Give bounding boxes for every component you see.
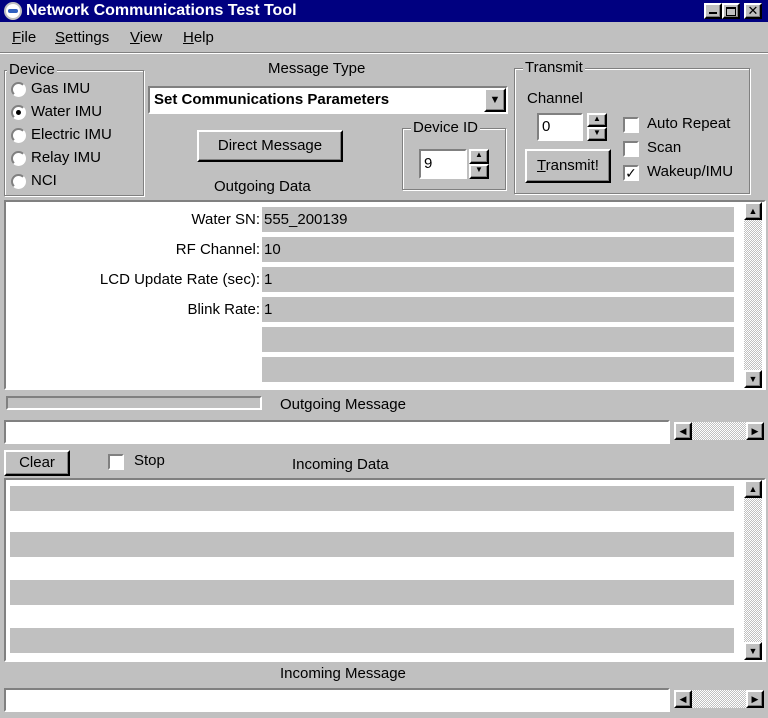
wakeup-label: Wakeup/IMU	[647, 163, 734, 180]
spin-down-icon[interactable]: ▼	[469, 164, 489, 179]
device-legend: Device	[7, 61, 57, 79]
field-empty[interactable]	[262, 357, 734, 382]
channel-label: Channel	[527, 90, 583, 107]
label-gas-imu: Gas IMU	[31, 80, 91, 97]
device-id-legend: Device ID	[411, 119, 481, 137]
clear-button[interactable]: Clear	[4, 450, 70, 476]
scan-label: Scan	[647, 139, 682, 156]
incoming-message-scrollbar[interactable]: ◀ ▶	[674, 690, 764, 708]
outgoing-message-label: Outgoing Message	[280, 396, 406, 413]
incoming-data-panel[interactable]: ▲ ▼	[4, 478, 766, 662]
radio-gas-imu[interactable]	[11, 82, 26, 97]
label-water-imu: Water IMU	[31, 103, 103, 120]
label-nci: NCI	[31, 172, 57, 189]
incoming-message-label: Incoming Message	[280, 665, 406, 682]
outgoing-data-label: Outgoing Data	[214, 178, 311, 195]
scroll-left-icon[interactable]: ◀	[674, 422, 692, 440]
wakeup-checkbox[interactable]: ✓	[623, 165, 639, 181]
minimize-button[interactable]	[704, 3, 722, 19]
spin-up-icon[interactable]: ▲	[469, 149, 489, 164]
outgoing-message-scrollbar[interactable]: ◀ ▶	[674, 422, 764, 440]
field-lcd-update-rate[interactable]: 1	[262, 267, 734, 292]
field-label: RF Channel:	[175, 241, 260, 258]
transmit-button[interactable]: Transmit!	[525, 149, 611, 183]
auto-repeat-checkbox[interactable]	[623, 117, 639, 133]
dropdown-button[interactable]: ▼	[484, 88, 506, 112]
message-type-select[interactable]: Set Communications Parameters ▼	[148, 86, 508, 114]
radio-relay-imu[interactable]	[11, 151, 26, 166]
maximize-button[interactable]	[722, 3, 740, 19]
stop-label: Stop	[134, 452, 165, 469]
menu-file[interactable]: File	[12, 28, 36, 48]
field-label: Water SN:	[191, 211, 260, 228]
field-blink-rate[interactable]: 1	[262, 297, 734, 322]
progress-bar	[6, 396, 262, 410]
close-icon: ✕	[747, 3, 759, 18]
incoming-message-field[interactable]	[4, 688, 670, 712]
scan-checkbox[interactable]	[623, 141, 639, 157]
channel-spinner[interactable]: ▲ ▼	[587, 113, 607, 141]
transmit-button-label: Transmit!	[537, 157, 599, 174]
device-group: Device Gas IMU Water IMU Electric IMU Re…	[4, 61, 144, 196]
scroll-up-icon[interactable]: ▲	[744, 480, 762, 498]
scroll-up-icon[interactable]: ▲	[744, 202, 762, 220]
label-relay-imu: Relay IMU	[31, 149, 102, 166]
menu-settings[interactable]: Settings	[55, 28, 109, 48]
chevron-down-icon: ▼	[489, 94, 501, 106]
scroll-right-icon[interactable]: ▶	[746, 690, 764, 708]
outgoing-message-field[interactable]	[4, 420, 670, 444]
incoming-data-label: Incoming Data	[292, 456, 389, 473]
message-type-label: Message Type	[268, 60, 366, 77]
maximize-icon	[726, 7, 736, 16]
radio-electric-imu[interactable]	[11, 128, 26, 143]
field-label: Blink Rate:	[187, 301, 260, 318]
app-icon	[4, 2, 22, 20]
device-id-group: Device ID 9 ▲ ▼	[402, 119, 506, 190]
incoming-row	[10, 580, 734, 605]
incoming-row	[10, 532, 734, 557]
field-empty[interactable]	[262, 327, 734, 352]
close-button[interactable]: ✕	[744, 3, 762, 19]
transmit-legend: Transmit	[523, 59, 585, 77]
channel-input[interactable]: 0	[537, 113, 583, 141]
field-label: LCD Update Rate (sec):	[99, 271, 260, 288]
field-water-sn[interactable]: 555_200139	[262, 207, 734, 232]
stop-checkbox[interactable]	[108, 454, 124, 470]
transmit-group: Transmit Channel 0 ▲ ▼ Transmit! Auto Re…	[514, 59, 750, 194]
scroll-down-icon[interactable]: ▼	[744, 642, 762, 660]
title-bar[interactable]: Network Communications Test Tool ✕	[0, 0, 768, 22]
menu-help[interactable]: Help	[183, 28, 214, 48]
outgoing-data-panel[interactable]: Water SN: 555_200139 RF Channel: 10 LCD …	[4, 200, 766, 390]
label-electric-imu: Electric IMU	[31, 126, 112, 143]
window-title: Network Communications Test Tool	[26, 2, 297, 19]
scroll-down-icon[interactable]: ▼	[744, 370, 762, 388]
device-id-spinner[interactable]: ▲ ▼	[469, 149, 489, 179]
direct-message-button[interactable]: Direct Message	[197, 130, 343, 162]
radio-water-imu[interactable]	[11, 105, 26, 120]
menu-bar: File Settings View Help	[0, 24, 768, 50]
scroll-right-icon[interactable]: ▶	[746, 422, 764, 440]
incoming-row	[10, 486, 734, 511]
spin-up-icon[interactable]: ▲	[587, 113, 607, 127]
auto-repeat-label: Auto Repeat	[647, 115, 731, 132]
spin-down-icon[interactable]: ▼	[587, 127, 607, 141]
radio-nci[interactable]	[11, 174, 26, 189]
incoming-data-scrollbar[interactable]: ▲ ▼	[744, 480, 762, 660]
scroll-left-icon[interactable]: ◀	[674, 690, 692, 708]
outgoing-data-scrollbar[interactable]: ▲ ▼	[744, 202, 762, 388]
device-id-input[interactable]: 9	[419, 149, 467, 179]
checkmark-icon: ✓	[625, 165, 637, 181]
menu-separator	[0, 52, 768, 54]
minimize-icon	[709, 12, 717, 14]
menu-view[interactable]: View	[130, 28, 162, 48]
message-type-value: Set Communications Parameters	[154, 91, 390, 108]
incoming-row	[10, 628, 734, 653]
field-rf-channel[interactable]: 10	[262, 237, 734, 262]
